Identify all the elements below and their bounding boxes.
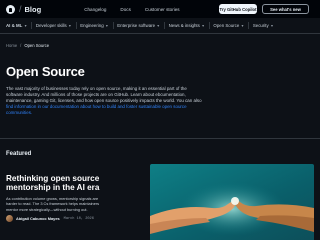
author-avatar[interactable] [6, 215, 13, 222]
breadcrumb: Home / Open Source [6, 43, 49, 48]
featured-article-excerpt: As contribution volume grows, mentorship… [6, 196, 100, 212]
page-description: The vast majority of businesses today re… [6, 86, 204, 116]
author-name[interactable]: Abigail Cabunoc Mayes [16, 216, 60, 221]
featured-article-title[interactable]: Rethinking open source mentorship in the… [6, 174, 106, 193]
breadcrumb-current: Open Source [24, 43, 50, 48]
nav-item-engineering[interactable]: Engineering ▼ [80, 23, 108, 28]
chevron-down-icon: ▼ [105, 23, 109, 28]
nav-item-enterprise-software[interactable]: Enterprise software ▼ [117, 23, 160, 28]
page-title: Open Source [6, 64, 85, 79]
category-navigation: AI & ML ▼ Developer skills ▼ Engineering ▼ … [0, 18, 320, 34]
try-copilot-button[interactable]: Try GitHub Copilot [219, 4, 257, 14]
nav-item-security[interactable]: Security ▼ [253, 23, 274, 28]
nav-item-ai-ml[interactable]: AI & ML ▼ [6, 23, 27, 28]
breadcrumb-separator: / [20, 43, 22, 48]
nav-divider [75, 22, 77, 29]
chevron-down-icon: ▼ [270, 23, 274, 28]
nav-item-news-insights[interactable]: News & insights ▼ [169, 23, 205, 28]
nav-divider [208, 22, 210, 29]
chevron-down-icon: ▼ [23, 23, 28, 28]
hands-illustration [150, 164, 314, 240]
chevron-down-icon: ▼ [201, 23, 205, 28]
article-byline: Abigail Cabunoc Mayes March 10, 2026 [6, 215, 94, 222]
documentation-link[interactable]: find information in our documentation ab… [6, 104, 187, 115]
article-date: March 10, 2026 [63, 216, 94, 221]
nav-item-open-source[interactable]: Open Source ▼ [213, 23, 244, 28]
nav-divider [164, 22, 165, 29]
top-navigation-bar: / Blog Changelog Docs Customer stories T… [0, 0, 320, 18]
nav-divider [112, 22, 114, 29]
featured-heading: Featured [6, 151, 32, 157]
description-text: The vast majority of businesses today re… [6, 86, 202, 104]
title-separator: / [19, 4, 22, 14]
customer-stories-link[interactable]: Customer stories [145, 7, 180, 12]
chevron-down-icon: ▼ [156, 23, 161, 28]
see-whats-new-button[interactable]: See what's new [262, 4, 309, 14]
chevron-down-icon: ▼ [240, 23, 245, 28]
breadcrumb-home-link[interactable]: Home [6, 43, 17, 48]
featured-article-image[interactable] [150, 164, 314, 240]
chevron-down-icon: ▼ [68, 23, 72, 28]
nav-divider [248, 22, 249, 29]
github-logo-icon[interactable] [6, 4, 15, 14]
top-links: Changelog Docs Customer stories [84, 7, 179, 12]
docs-link[interactable]: Docs [120, 7, 130, 12]
blog-title-link[interactable]: Blog [25, 5, 42, 14]
nav-item-developer-skills[interactable]: Developer skills ▼ [36, 23, 72, 28]
nav-divider [31, 22, 32, 29]
section-divider [0, 138, 320, 139]
changelog-link[interactable]: Changelog [84, 7, 106, 12]
